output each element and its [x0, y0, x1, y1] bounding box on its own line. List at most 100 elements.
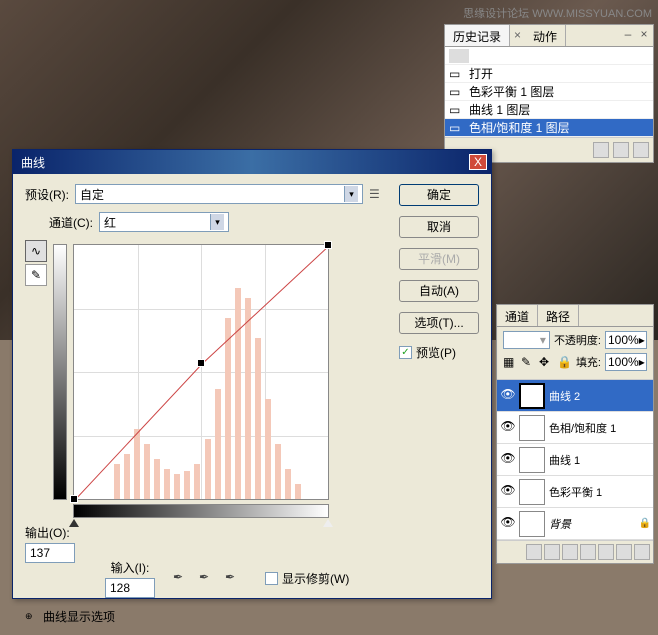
options-button[interactable]: 选项(T)...: [399, 312, 479, 334]
mask-icon[interactable]: [562, 544, 578, 560]
close-button[interactable]: X: [469, 154, 487, 170]
white-eyedropper-icon[interactable]: ✒: [225, 570, 243, 588]
history-tabs: 历史记录 × 动作 – ×: [445, 25, 653, 47]
trash-icon[interactable]: [634, 544, 650, 560]
preset-label: 预设(R):: [25, 186, 69, 203]
curve-canvas[interactable]: [73, 244, 329, 500]
visibility-eye-icon[interactable]: 👁: [499, 515, 517, 533]
history-item[interactable]: ▭色相/饱和度 1 图层: [445, 119, 653, 137]
layer-row[interactable]: 👁 曲线 1: [497, 444, 653, 476]
tab-history[interactable]: 历史记录: [445, 25, 510, 46]
auto-label: 自动(A): [419, 284, 459, 298]
watermark-text: 思缘设计论坛 WWW.MISSYUAN.COM: [463, 5, 652, 21]
chevron-icon: ▸: [639, 333, 645, 347]
layer-thumb[interactable]: [519, 383, 545, 409]
layer-row[interactable]: 👁 色彩平衡 1: [497, 476, 653, 508]
tab-close-icon[interactable]: ×: [510, 25, 525, 46]
visibility-eye-icon[interactable]: 👁: [499, 387, 517, 405]
display-options-label[interactable]: 曲线显示选项: [43, 608, 115, 625]
smooth-label: 平滑(M): [418, 252, 460, 266]
output-value: 137: [30, 546, 50, 560]
point-curve-icon[interactable]: ∿: [25, 240, 47, 262]
tab-history-label: 历史记录: [453, 30, 501, 44]
white-slider[interactable]: [323, 519, 333, 527]
layer-row[interactable]: 👁 色相/饱和度 1: [497, 412, 653, 444]
chevron-down-icon: ▾: [210, 214, 224, 230]
layer-thumb[interactable]: [519, 415, 545, 441]
trash-icon[interactable]: [633, 142, 649, 158]
minimize-icon[interactable]: –: [621, 27, 635, 39]
opacity-input[interactable]: 100%▸: [605, 331, 647, 349]
preview-label: 预览(P): [416, 344, 456, 361]
history-list: ▭打开 ▭ 色彩平衡 1 图层 ▭曲线 1 图层 ▭色相/饱和度 1 图层: [445, 47, 653, 137]
tab-actions-label: 动作: [533, 30, 557, 44]
new-doc-from-state-icon[interactable]: [593, 142, 609, 158]
expand-arrow-icon[interactable]: ⊕: [25, 611, 37, 623]
curve-mode-icons: ∿ ✎: [25, 240, 47, 518]
lock-position-icon[interactable]: ✥: [539, 355, 553, 369]
channel-dropdown[interactable]: 红 ▾: [99, 212, 229, 232]
layer-row[interactable]: 👁 背景 🔒: [497, 508, 653, 540]
opacity-value: 100%: [608, 333, 639, 347]
snapshot-icon[interactable]: [613, 142, 629, 158]
visibility-eye-icon[interactable]: 👁: [499, 419, 517, 437]
gray-eyedropper-icon[interactable]: ✒: [199, 570, 217, 588]
layer-thumb[interactable]: [519, 447, 545, 473]
input-label: 输入(I):: [111, 559, 150, 576]
layer-row[interactable]: 👁 曲线 2: [497, 380, 653, 412]
pencil-curve-icon[interactable]: ✎: [25, 264, 47, 286]
visibility-eye-icon[interactable]: 👁: [499, 483, 517, 501]
layer-name: 背景: [549, 516, 639, 532]
title-bar[interactable]: 曲线 X: [13, 150, 491, 174]
black-eyedropper-icon[interactable]: ✒: [173, 570, 191, 588]
layer-name: 曲线 1: [549, 452, 651, 468]
input-value-input[interactable]: 128: [105, 578, 155, 598]
tab-paths[interactable]: 路径: [538, 305, 579, 326]
tab-actions[interactable]: 动作: [525, 25, 566, 46]
history-panel: 历史记录 × 动作 – × ▭打开 ▭ 色彩平衡 1 图层 ▭曲线 1 图层 ▭色…: [444, 24, 654, 163]
group-icon[interactable]: [598, 544, 614, 560]
cancel-button[interactable]: 取消: [399, 216, 479, 238]
history-item[interactable]: ▭ 色彩平衡 1 图层: [445, 83, 653, 101]
curve-point[interactable]: [324, 241, 332, 249]
color-balance-icon: ▭: [449, 85, 465, 99]
fill-input[interactable]: 100%▸: [605, 353, 647, 371]
auto-button[interactable]: 自动(A): [399, 280, 479, 302]
preset-menu-icon[interactable]: ☰: [369, 187, 383, 201]
history-item[interactable]: ▭曲线 1 图层: [445, 101, 653, 119]
fill-label: 填充:: [576, 354, 601, 370]
black-slider[interactable]: [69, 519, 79, 527]
blend-mode-dropdown[interactable]: ▾: [503, 331, 550, 349]
ok-button[interactable]: 确定: [399, 184, 479, 206]
curve-point[interactable]: [197, 359, 205, 367]
chevron-icon: ▸: [639, 355, 645, 369]
history-label: 色彩平衡 1 图层: [469, 83, 554, 100]
lock-icon: 🔒: [639, 518, 651, 529]
adjustment-icon[interactable]: [580, 544, 596, 560]
lock-all-icon[interactable]: 🔒: [557, 355, 571, 369]
panel-close-icon[interactable]: ×: [637, 27, 651, 39]
channel-value: 红: [104, 214, 116, 231]
layer-thumb[interactable]: [519, 511, 545, 537]
link-icon[interactable]: [526, 544, 542, 560]
new-layer-icon[interactable]: [616, 544, 632, 560]
chevron-down-icon: ▾: [344, 186, 358, 202]
show-clip-checkbox[interactable]: [265, 572, 278, 585]
tab-channels[interactable]: 通道: [497, 305, 538, 326]
lock-transparent-icon[interactable]: ▦: [503, 355, 517, 369]
fx-icon[interactable]: [544, 544, 560, 560]
history-label: 曲线 1 图层: [469, 101, 530, 118]
curve-line: [74, 245, 328, 499]
lock-pixels-icon[interactable]: ✎: [521, 355, 535, 369]
curve-point[interactable]: [70, 495, 78, 503]
preset-dropdown[interactable]: 自定 ▾: [75, 184, 363, 204]
dialog-title: 曲线: [17, 154, 45, 171]
layer-name: 色彩平衡 1: [549, 484, 651, 500]
layer-thumb[interactable]: [519, 479, 545, 505]
history-label: 打开: [469, 65, 493, 82]
history-thumb-row[interactable]: [445, 47, 653, 65]
visibility-eye-icon[interactable]: 👁: [499, 451, 517, 469]
history-item[interactable]: ▭打开: [445, 65, 653, 83]
preview-checkbox[interactable]: ✓: [399, 346, 412, 359]
output-value-input[interactable]: 137: [25, 543, 75, 563]
